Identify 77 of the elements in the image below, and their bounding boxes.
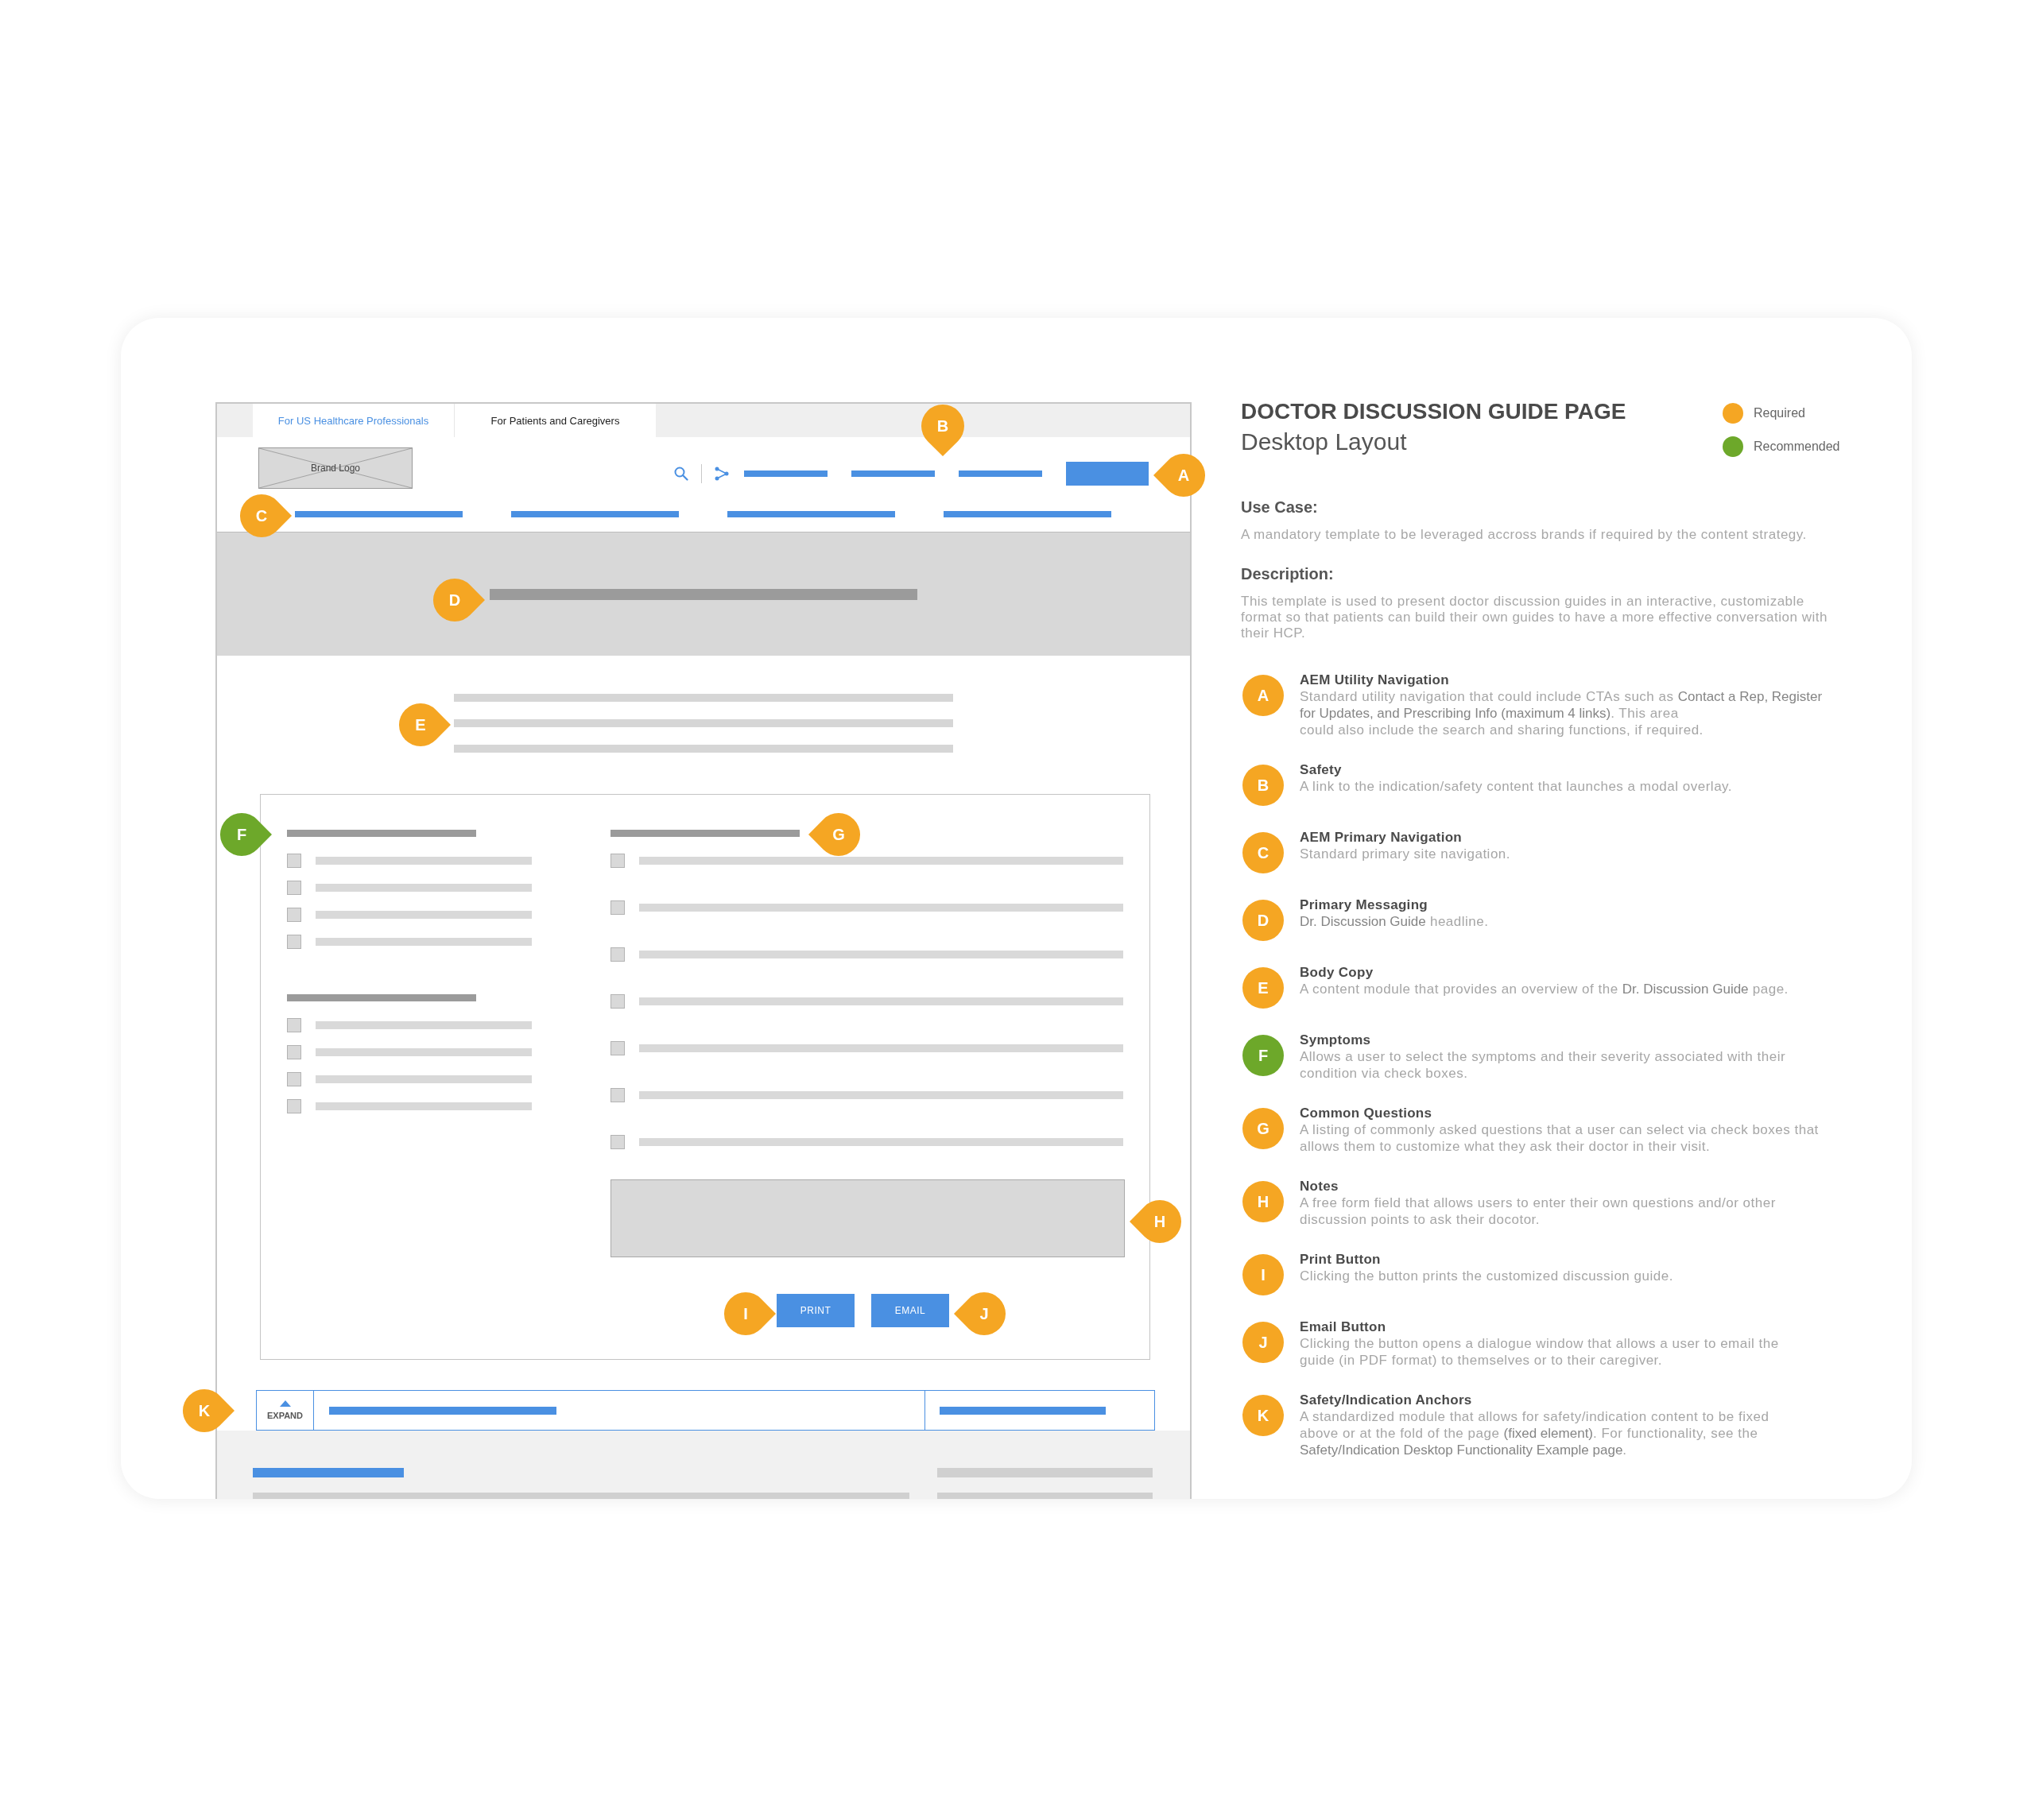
share-icon[interactable] [715, 467, 729, 481]
annotation-badge: K [1242, 1395, 1284, 1436]
annotation-marker: G [808, 813, 860, 856]
annotation-title: Safety/Indication Anchors [1300, 1392, 1473, 1408]
annotation-marker: D [433, 579, 485, 622]
annotation-badge: E [1242, 967, 1284, 1009]
annotation-text: A content module that provides an overview of the Dr. Discussion Guide page. [1300, 981, 1789, 997]
checkbox[interactable] [610, 854, 625, 868]
page-subtitle: Desktop Layout [1241, 428, 1408, 456]
search-icon[interactable] [674, 467, 688, 481]
checkbox[interactable] [287, 908, 301, 922]
annotation-text: A free form field that allows users to enter their own questions and/or other discussion points to ask their docotor. [1300, 1195, 1777, 1228]
annotation-badge: I [1242, 1254, 1284, 1295]
annotation-text: Clicking the button opens a dialogue window that allows a user to email the guide (in PDF format) to themselves or to their caregiver. [1300, 1335, 1780, 1369]
cta-button-placeholder[interactable] [1066, 462, 1149, 486]
annotation-title: Safety [1300, 761, 1343, 778]
checkbox[interactable] [287, 935, 301, 949]
annotation-marker: F [220, 813, 272, 856]
annotation-text: Allows a user to select the symptoms and their severity associated with their condition via check boxes. [1300, 1048, 1787, 1082]
annotation-badge: G [1242, 1108, 1284, 1149]
annotation-badge: C [1242, 832, 1284, 873]
annotation-badge: J [1242, 1322, 1284, 1363]
annotation-title: Common Questions [1300, 1105, 1433, 1121]
annotation-badge: A [1242, 675, 1284, 716]
annotation-marker: E [399, 703, 451, 746]
annotation-marker: H [1130, 1200, 1181, 1243]
checkbox[interactable] [610, 1135, 625, 1149]
annotation-marker: K [183, 1389, 235, 1432]
page-title: DOCTOR DISCUSSION GUIDE PAGE [1241, 398, 1627, 425]
checkbox[interactable] [610, 947, 625, 962]
annotation-marker: A [1153, 454, 1205, 497]
body-text: A mandatory template to be leveraged accross brands if required by the content strategy. [1241, 527, 1808, 543]
checkbox[interactable] [610, 1088, 625, 1102]
checkbox[interactable] [287, 1018, 301, 1032]
logo-label: Brand Logo [310, 463, 361, 474]
section-heading: Description: [1241, 564, 1335, 584]
annotation-title: Print Button [1300, 1251, 1382, 1268]
annotation-text: Dr. Discussion Guide headline. [1300, 913, 1490, 930]
annotation-title: Body Copy [1300, 964, 1374, 981]
annotation-title: Symptoms [1300, 1032, 1372, 1048]
annotation-marker: I [724, 1292, 776, 1335]
print-button[interactable]: PRINT [777, 1294, 855, 1327]
annotation-text: A standardized module that allows for safety/indication content to be fixed above or at the fold of the page (fixed element). For functionality, see the Safety/Indication Desktop Functionality Example page. [1300, 1408, 1770, 1458]
checkbox[interactable] [610, 994, 625, 1009]
annotation-marker: B [921, 405, 964, 456]
annotation-text: Clicking the button prints the customized discussion guide. [1300, 1268, 1674, 1284]
annotation-marker: J [954, 1292, 1006, 1335]
audience-tab[interactable]: For US Healthcare Professionals [253, 404, 454, 437]
annotation-badge: F [1242, 1035, 1284, 1076]
annotation-text: Standard primary site navigation. [1300, 846, 1512, 862]
annotation-badge: H [1242, 1181, 1284, 1222]
annotation-title: AEM Primary Navigation [1300, 829, 1463, 846]
email-button[interactable]: EMAIL [871, 1294, 949, 1327]
checkbox[interactable] [287, 1099, 301, 1113]
annotation-text: A link to the indication/safety content that launches a modal overlay. [1300, 778, 1734, 795]
annotation-title: Primary Messaging [1300, 896, 1428, 913]
checkbox[interactable] [610, 900, 625, 915]
body-text: This template is used to present doctor discussion guides in an interactive, customizable format so that patients can build their own guides to have a more effective conversation with their HCP. [1241, 594, 1828, 641]
section-heading: Use Case: [1241, 498, 1319, 517]
annotation-title: AEM Utility Navigation [1300, 672, 1450, 688]
annotation-badge: B [1242, 765, 1284, 806]
expand-toggle[interactable]: EXPAND [257, 1391, 314, 1430]
checkbox[interactable] [287, 1072, 301, 1086]
annotation-title: Email Button [1300, 1319, 1387, 1335]
legend-label: Recommended [1754, 440, 1840, 454]
checkbox[interactable] [287, 854, 301, 868]
audience-tab[interactable]: For Patients and Caregivers [454, 404, 656, 437]
checkbox[interactable] [287, 1045, 301, 1059]
checkbox[interactable] [287, 881, 301, 895]
legend-label: Required [1754, 406, 1805, 420]
annotation-marker: C [240, 494, 292, 537]
checkbox[interactable] [610, 1041, 625, 1055]
notes-field[interactable] [610, 1179, 1125, 1257]
annotation-title: Notes [1300, 1178, 1339, 1195]
annotation-text: Standard utility navigation that could include CTAs such as Contact a Rep, Register for Updates, and Prescribing Info (maximum 4 links). This area could also include the search and sharing functions, if required. [1300, 688, 1824, 738]
annotation-badge: D [1242, 900, 1284, 941]
annotation-text: A listing of commonly asked questions that a user can select via check boxes that allows them to customize what they ask their doctor in their visit. [1300, 1121, 1820, 1155]
